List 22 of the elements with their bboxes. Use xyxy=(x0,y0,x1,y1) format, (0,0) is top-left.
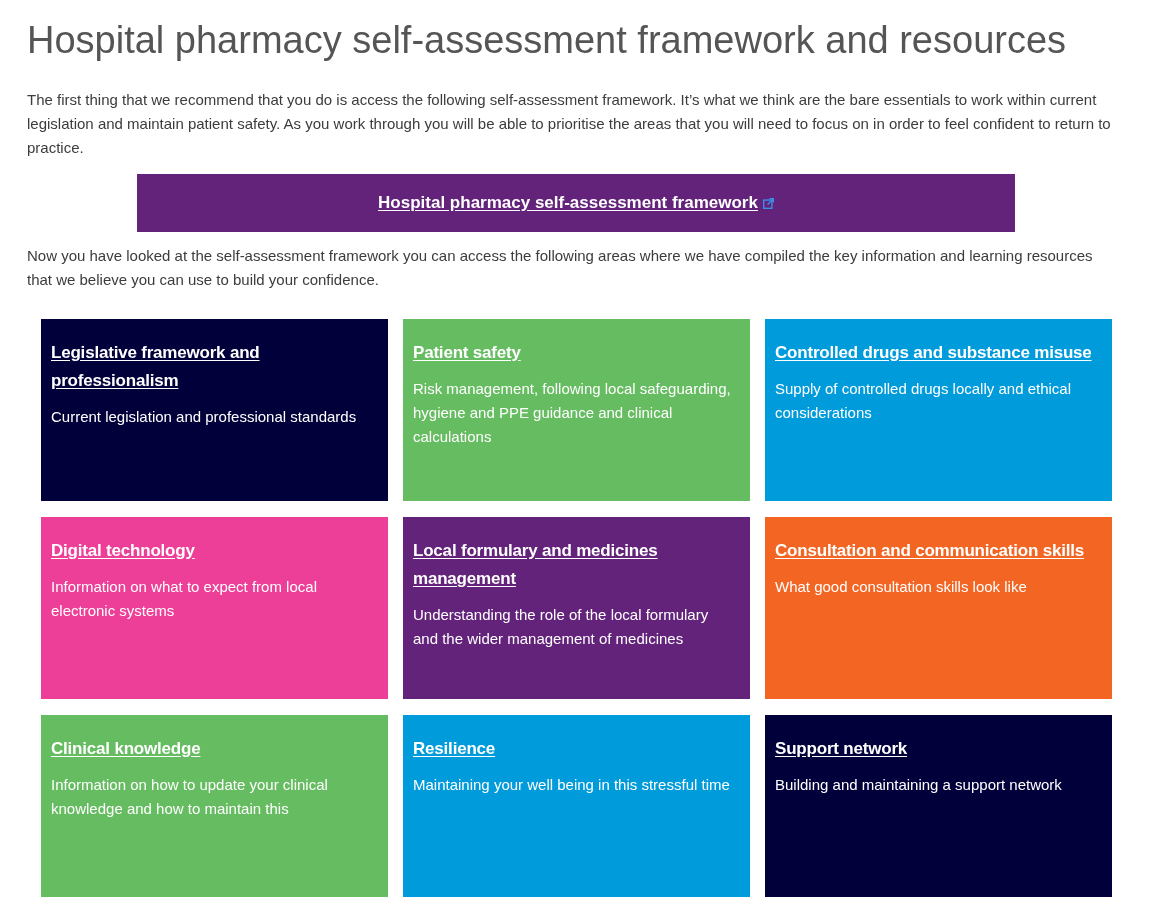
topic-link[interactable]: Resilience xyxy=(413,735,496,763)
framework-link[interactable]: Hospital pharmacy self-assessment framework xyxy=(378,193,758,213)
topic-link[interactable]: Controlled drugs and substance misuse xyxy=(775,339,1092,367)
intro-paragraph: The first thing that we recommend that you do is access the following self-assessment framework. It’s what we think are the bare essentials to work within current legislation and maintain patient safety. As you work through you will be able to prioritise the areas that you will need to focus on in order to feel confident to return to practice. xyxy=(27,90,1112,158)
topic-description: Risk management, following local safeguarding, hygiene and PPE guidance and clinical calculations xyxy=(413,379,732,447)
page-title: Hospital pharmacy self-assessment framework and resources xyxy=(27,18,1067,63)
followup-paragraph: Now you have looked at the self-assessment framework you can access the following areas where we have compiled the key information and learning resources that we believe you can use to build your confidence. xyxy=(27,246,1094,290)
topic-link[interactable]: Consultation and communication skills xyxy=(775,537,1085,565)
topic-description: Maintaining your well being in this stressful time xyxy=(413,775,730,795)
topic-description: Information on how to update your clinical knowledge and how to maintain this xyxy=(51,775,329,819)
topic-link[interactable]: Clinical knowledge xyxy=(51,735,201,763)
topic-description: Current legislation and professional standards xyxy=(51,407,357,427)
topic-link[interactable]: Patient safety xyxy=(413,339,521,367)
topic-link[interactable]: Support network xyxy=(775,735,908,763)
topic-link[interactable]: Digital technology xyxy=(51,537,195,565)
topic-description: Information on what to expect from local electronic systems xyxy=(51,577,318,621)
topic-description: What good consultation skills look like xyxy=(775,577,1027,597)
topic-description: Supply of controlled drugs locally and ethical considerations xyxy=(775,379,1072,423)
topic-link[interactable]: Legislative framework and professionalism xyxy=(51,339,374,395)
topic-link[interactable]: Local formulary and medicines management xyxy=(413,537,736,593)
topic-description: Building and maintaining a support network xyxy=(775,775,1062,795)
topic-description: Understanding the role of the local formulary and the wider management of medicines xyxy=(413,605,710,649)
